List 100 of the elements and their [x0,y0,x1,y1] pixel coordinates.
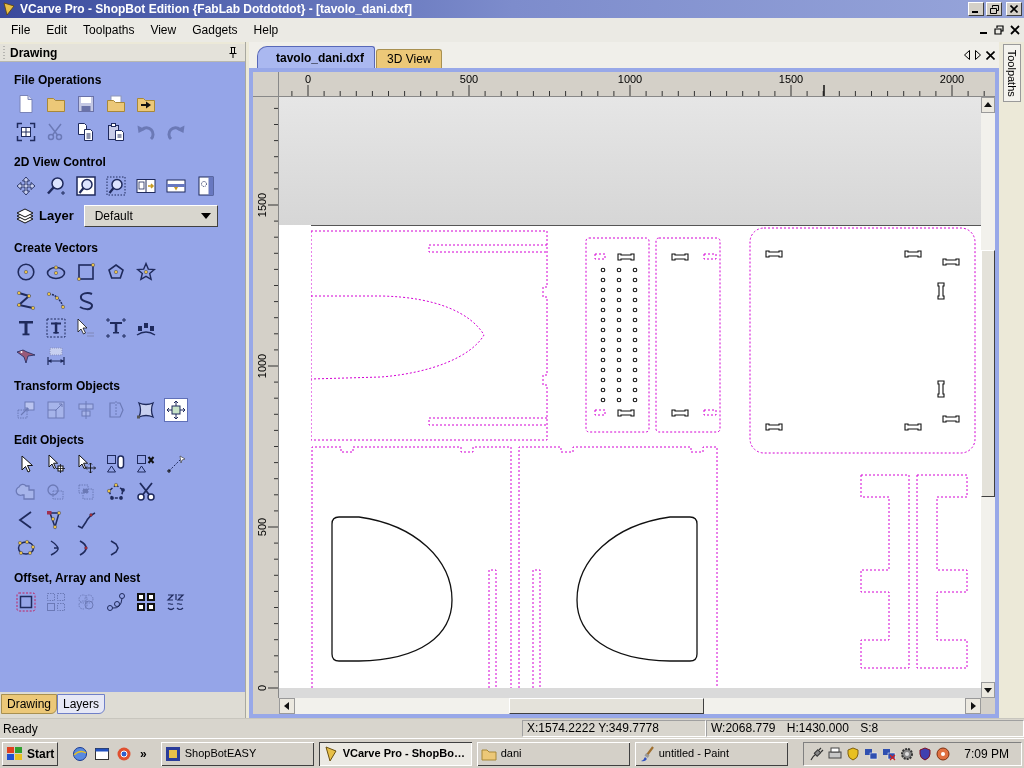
menu-item[interactable]: Gadgets [184,21,246,39]
offset-icon[interactable] [15,591,37,613]
restore-icon[interactable] [994,25,1004,35]
ruler-label: 1500 [256,192,268,218]
distort-icon[interactable] [135,399,157,421]
pointer-move-icon[interactable] [75,453,97,475]
clipboard-icon[interactable] [105,121,127,143]
right-arrow-icon[interactable] [975,50,981,60]
menu-item[interactable]: Edit [38,21,76,39]
page-columns-icon[interactable] [195,175,217,197]
network-icon[interactable] [882,746,897,761]
pointer-node-icon[interactable] [45,453,67,475]
fillet-icon[interactable] [75,509,97,531]
ruler-label: 1500 [778,73,804,85]
zoom-frame-icon[interactable] [75,175,97,197]
clock: 7:09 PM [964,745,1009,763]
document-tab[interactable]: tavolo_dani.dxf [257,46,375,68]
plug-icon[interactable] [810,746,825,761]
taskbar-button[interactable]: VCarve Pro - ShopBo… [318,741,472,766]
polyline-icon[interactable] [15,289,37,311]
close-button[interactable] [1006,2,1022,16]
zoom-box-icon[interactable] [105,175,127,197]
text-box-icon[interactable] [45,317,67,339]
minimize-button[interactable] [968,2,984,16]
star-icon[interactable] [135,261,157,283]
panel-title: Drawing [10,44,59,62]
section-title: Edit Objects [14,432,85,448]
pin-icon[interactable] [229,47,237,58]
move-arrows-icon[interactable] [15,175,37,197]
zoom-icon[interactable] [45,175,67,197]
window-icon[interactable] [94,745,110,762]
flag-icon [7,746,23,761]
globe-icon[interactable] [72,745,88,762]
ruler-label: 0 [256,684,268,692]
menu-item[interactable]: File [3,21,39,39]
folder-document-icon[interactable] [105,93,127,115]
dimension-icon[interactable] [45,345,67,367]
restore-icon [989,4,999,14]
section-title: Transform Objects [14,378,122,394]
disc-icon[interactable] [936,746,951,761]
printer-icon[interactable] [828,746,843,761]
taskbar-button[interactable]: untitled - Paint [634,741,788,766]
layers-icon [15,206,35,226]
bit-icon [322,745,339,762]
group-icon[interactable] [105,453,127,475]
nested-squares-icon[interactable] [135,591,157,613]
ruler-label: 500 [256,517,268,537]
measure-icon[interactable] [165,453,187,475]
ruler-label: 1000 [617,73,643,85]
document-tab[interactable]: 3D View [376,49,443,68]
section-title: Create Vectors [14,240,100,256]
text-fit-icon[interactable] [105,317,127,339]
taskbar-button[interactable]: dani [476,741,630,766]
center-icon[interactable] [165,399,187,421]
network-icon[interactable] [864,746,879,761]
side-tab[interactable]: Toolpaths [1002,44,1021,102]
ruler-label: 1000 [256,353,268,379]
ruler-label: 500 [459,73,479,85]
ruler-label: 2000 [939,73,965,85]
status-text: Ready [3,720,39,738]
left-arrow-icon[interactable] [964,50,970,60]
ring-icon[interactable] [116,745,132,762]
rectangle-icon[interactable] [75,261,97,283]
start-button[interactable]: Start [2,741,58,766]
ruler-label: 0 [304,73,312,85]
select-all-icon[interactable] [15,121,37,143]
scrollbar-corner [981,698,995,714]
shield-icon[interactable] [918,746,933,761]
restore-button[interactable] [986,2,1002,16]
close-icon [1010,5,1018,13]
node-loop-icon[interactable] [105,481,127,503]
scissors-icon[interactable] [135,481,157,503]
cursor-coordinates: X:1574.2222 Y:349.7778 [522,720,706,737]
nodes-path-icon[interactable] [105,591,127,613]
zigzag-pattern-icon[interactable] [165,591,187,613]
caret-icon [200,213,211,219]
menu-item[interactable]: Help [245,21,287,39]
panel-tab[interactable]: Layers [57,694,106,714]
circle-icon[interactable] [15,261,37,283]
window-title: VCarve Pro - ShopBot Edition {FabLab Dotdotdot} - [tavolo_dani.dxf] [20,1,412,18]
layer-label: Layer [39,207,74,226]
pointer-text-icon[interactable] [75,317,97,339]
selection-size: W:2068.779 H:1430.000 S:8 [706,720,1024,737]
overflow-button[interactable]: » [138,744,149,763]
section-title: Offset, Array and Nest [14,570,142,586]
section-title: File Operations [14,72,103,88]
app-icon [164,745,181,762]
arc-icon[interactable] [45,289,67,311]
taskbar-button[interactable]: ShopBotEASY [160,741,314,766]
app-icon [3,2,15,16]
section-title: 2D View Control [14,154,107,170]
close-icon[interactable] [1010,25,1020,35]
close-icon[interactable] [986,50,995,60]
menu-item[interactable]: Toolpaths [75,21,143,39]
shield-icon[interactable] [846,746,861,761]
ungroup-icon[interactable] [135,453,157,475]
layer-dropdown[interactable]: Default [83,205,218,227]
panel-tab[interactable]: Drawing [1,694,57,714]
menu-item[interactable]: View [142,21,185,39]
gear-icon[interactable] [900,746,915,761]
